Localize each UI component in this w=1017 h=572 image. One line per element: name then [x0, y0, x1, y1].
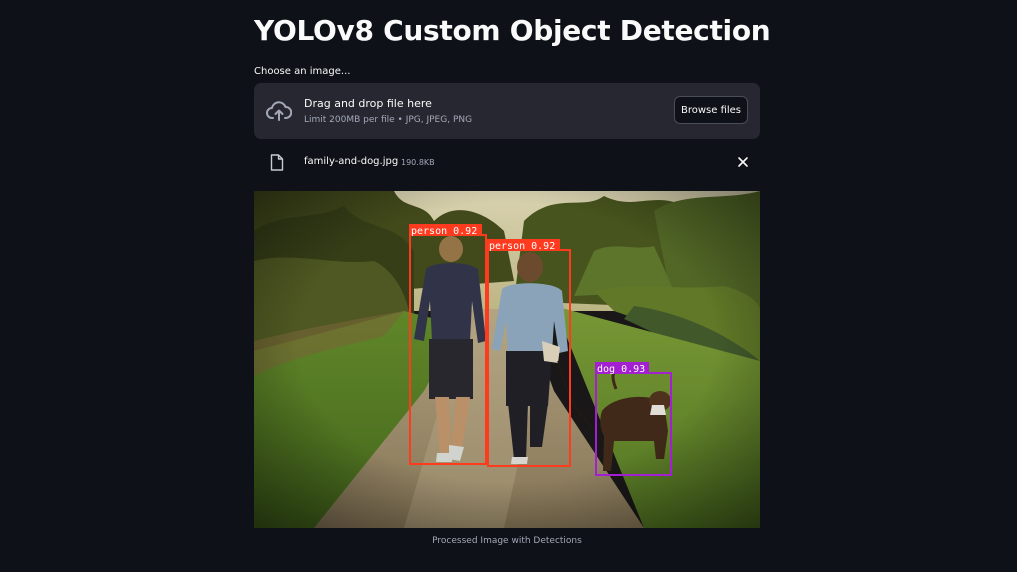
dropzone-instructions: Drag and drop file here	[304, 97, 432, 110]
image-caption: Processed Image with Detections	[432, 536, 582, 546]
cloud-upload-icon	[266, 101, 292, 121]
detection-label-dog: dog 0.93	[597, 364, 645, 375]
browse-files-button[interactable]: Browse files	[674, 96, 748, 124]
processed-image: person 0.92 person 0.92 dog 0.93	[254, 191, 760, 528]
detection-label-person-2: person 0.92	[489, 241, 555, 252]
file-icon	[270, 154, 284, 171]
uploaded-file-size: 190.8KB	[401, 158, 435, 167]
page-title: YOLOv8 Custom Object Detection	[254, 14, 771, 47]
file-uploader-label: Choose an image...	[254, 66, 351, 77]
close-icon[interactable]	[736, 155, 750, 169]
dropzone-limit-text: Limit 200MB per file • JPG, JPEG, PNG	[304, 115, 473, 125]
uploaded-file-row: family-and-dog.jpg 190.8KB	[254, 149, 760, 175]
detection-label-person-1: person 0.92	[411, 226, 477, 237]
detection-result-image: person 0.92 person 0.92 dog 0.93	[254, 191, 760, 528]
file-dropzone[interactable]: Drag and drop file here Limit 200MB per …	[254, 83, 760, 139]
uploaded-file-name: family-and-dog.jpg	[304, 156, 399, 167]
